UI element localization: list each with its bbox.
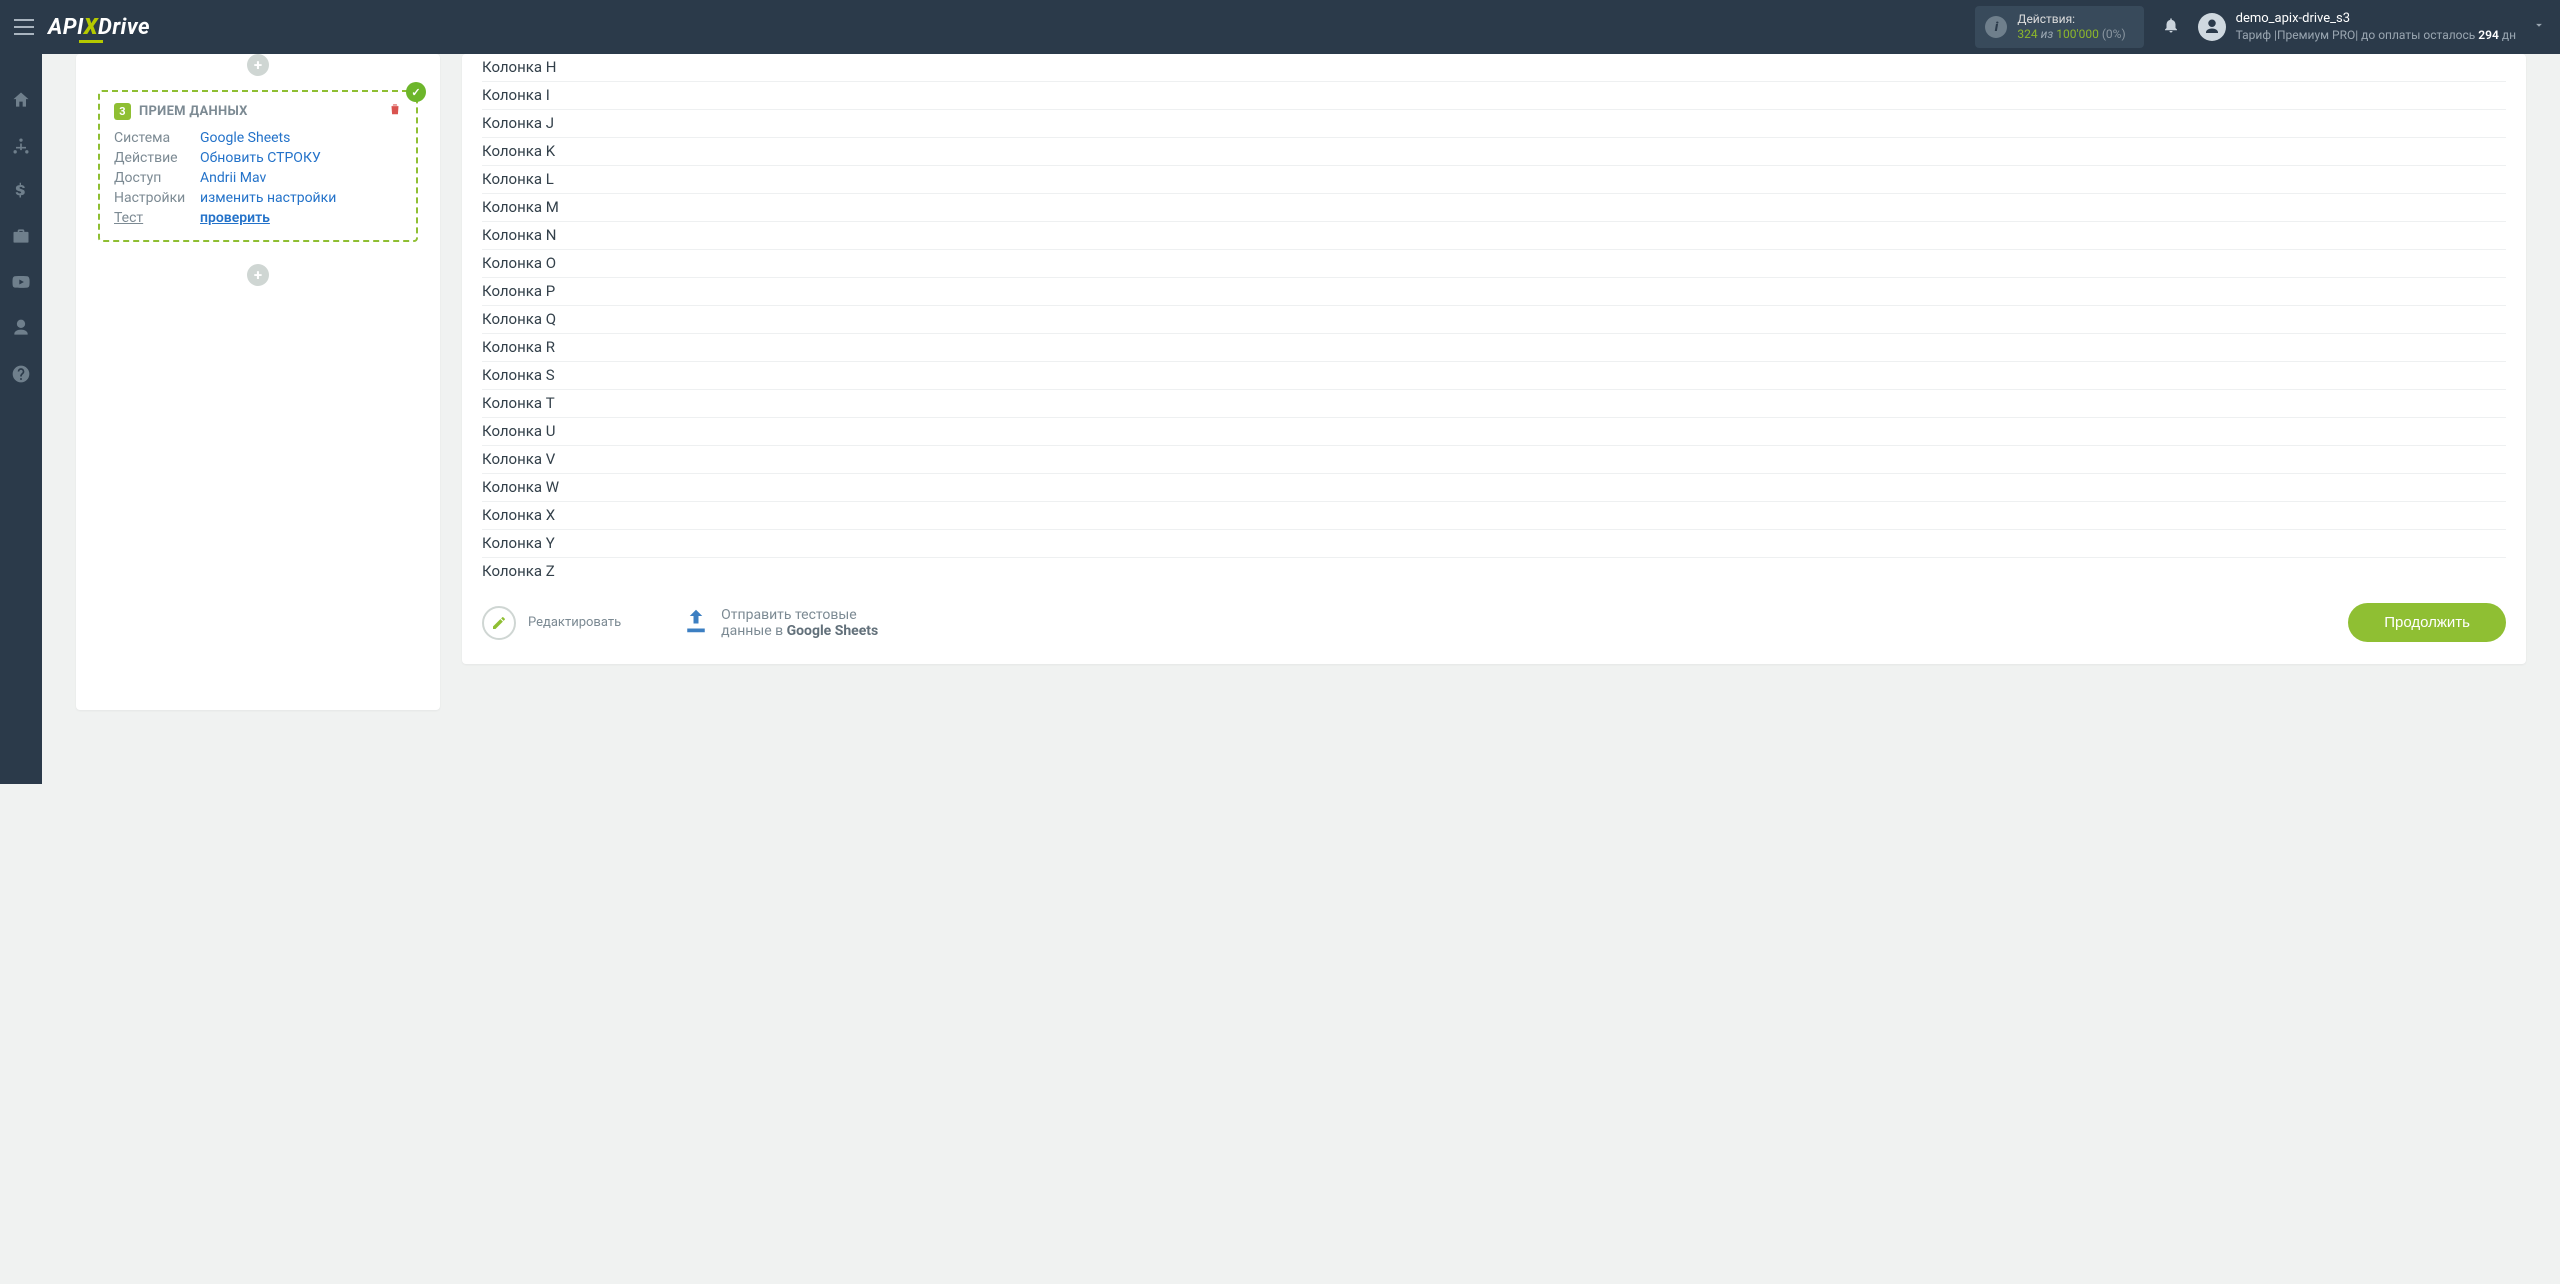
pencil-icon (482, 606, 516, 640)
column-row[interactable]: Колонка J (482, 110, 2506, 138)
sidebar (0, 54, 42, 784)
actions-of: из (2041, 27, 2054, 41)
column-row[interactable]: Колонка M (482, 194, 2506, 222)
edit-label: Редактировать (528, 615, 621, 630)
connections-icon[interactable] (11, 136, 31, 160)
dollar-icon[interactable] (12, 182, 30, 204)
actions-counter[interactable]: i Действия: 324 из 100'000 (0%) (1975, 6, 2143, 48)
column-row[interactable]: Колонка X (482, 502, 2506, 530)
column-row[interactable]: Колонка W (482, 474, 2506, 502)
system-value[interactable]: Google Sheets (200, 130, 290, 146)
step-card: ✓ 3 ПРИЕМ ДАННЫХ СистемаGoogle Sheets Де… (98, 90, 418, 242)
actions-used: 324 (2017, 27, 2037, 41)
profile-icon[interactable] (11, 318, 31, 342)
actions-max: 100'000 (2056, 27, 2099, 41)
edit-button[interactable]: Редактировать (482, 606, 621, 640)
delete-step-button[interactable] (388, 102, 402, 120)
home-icon[interactable] (11, 90, 31, 114)
tariff-name: Премиум PRO (2277, 28, 2355, 42)
column-list-panel: Колонка HКолонка IКолонка JКолонка KКоло… (462, 54, 2526, 664)
column-row[interactable]: Колонка L (482, 166, 2506, 194)
column-row[interactable]: Колонка V (482, 446, 2506, 474)
user-name: demo_apix-drive_s3 (2236, 11, 2516, 27)
logo[interactable]: APIXDrive (48, 15, 150, 40)
column-row[interactable]: Колонка Z (482, 558, 2506, 585)
chevron-down-icon (2532, 18, 2546, 36)
days-num: 294 (2478, 28, 2499, 42)
action-value[interactable]: Обновить СТРОКУ (200, 150, 321, 166)
days-suffix: дн (2499, 28, 2516, 42)
column-row[interactable]: Колонка I (482, 82, 2506, 110)
pay-prefix: | до оплаты осталось (2355, 28, 2478, 42)
column-row[interactable]: Колонка T (482, 390, 2506, 418)
column-row[interactable]: Колонка Y (482, 530, 2506, 558)
help-icon[interactable] (11, 364, 31, 388)
logo-text-a: API (48, 15, 84, 40)
settings-value[interactable]: изменить настройки (200, 190, 336, 206)
column-row[interactable]: Колонка R (482, 334, 2506, 362)
info-icon: i (1985, 16, 2007, 38)
send-test-line2a: данные в (721, 623, 786, 639)
actions-title: Действия: (2017, 12, 2125, 27)
column-row[interactable]: Колонка Q (482, 306, 2506, 334)
avatar-icon (2198, 13, 2226, 41)
access-value[interactable]: Andrii Mav (200, 170, 266, 186)
settings-label: Настройки (114, 190, 200, 206)
column-row[interactable]: Колонка U (482, 418, 2506, 446)
access-label: Доступ (114, 170, 200, 186)
column-row[interactable]: Колонка O (482, 250, 2506, 278)
step-title: ПРИЕМ ДАННЫХ (139, 104, 248, 119)
top-header: APIXDrive i Действия: 324 из 100'000 (0%… (0, 0, 2560, 54)
column-row[interactable]: Колонка S (482, 362, 2506, 390)
user-menu[interactable]: demo_apix-drive_s3 Тариф |Премиум PRO| д… (2198, 11, 2546, 42)
tariff-prefix: Тариф | (2236, 28, 2277, 42)
send-test-target: Google Sheets (787, 623, 879, 639)
add-step-top-button[interactable]: + (247, 54, 269, 76)
actions-pct: (0%) (2102, 27, 2126, 41)
test-link[interactable]: проверить (200, 210, 270, 226)
add-step-bottom-button[interactable]: + (247, 264, 269, 286)
column-row[interactable]: Колонка K (482, 138, 2506, 166)
menu-toggle[interactable] (14, 19, 34, 35)
check-icon: ✓ (406, 82, 426, 102)
upload-icon (681, 606, 711, 640)
action-label: Действие (114, 150, 200, 166)
column-row[interactable]: Колонка P (482, 278, 2506, 306)
youtube-icon[interactable] (11, 272, 31, 296)
left-panel: + ✓ 3 ПРИЕМ ДАННЫХ СистемаGoogle Sheets (76, 54, 440, 710)
briefcase-icon[interactable] (11, 226, 31, 250)
column-row[interactable]: Колонка H (482, 54, 2506, 82)
logo-text-x: X (84, 15, 98, 40)
logo-text-b: Drive (98, 15, 150, 40)
send-test-button[interactable]: Отправить тестовые данные в Google Sheet… (681, 606, 878, 640)
test-label: Тест (114, 210, 200, 226)
bell-icon[interactable] (2162, 16, 2180, 38)
continue-button[interactable]: Продолжить (2348, 603, 2506, 642)
step-number: 3 (114, 103, 131, 120)
column-row[interactable]: Колонка N (482, 222, 2506, 250)
send-test-line1: Отправить тестовые (721, 607, 878, 623)
system-label: Система (114, 130, 200, 146)
